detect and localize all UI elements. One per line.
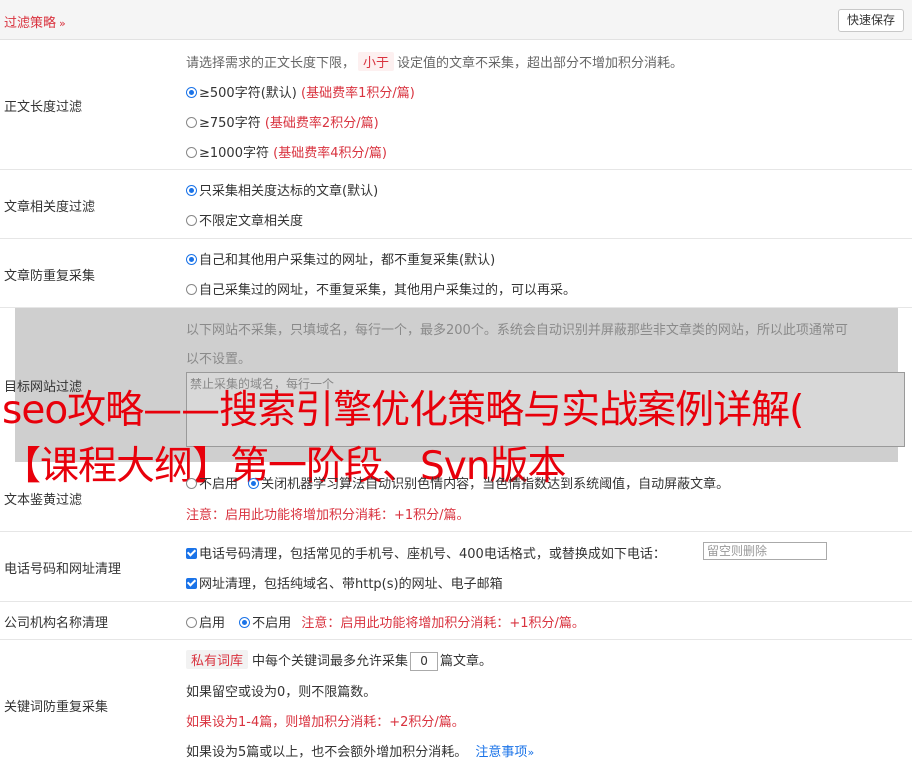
notes-link-label: 注意事项 <box>475 745 528 760</box>
duplicate-filter-row: 文章防重复采集 自己和其他用户采集过的网址，都不重复采集(默认) 自己采集过的网… <box>0 239 912 308</box>
keyword-dup-line-2: 如果留空或设为0，则不限篇数。 <box>186 685 377 700</box>
private-lexicon-tag[interactable]: 私有词库 <box>186 650 249 669</box>
radio-unselected-icon[interactable] <box>186 284 197 295</box>
option-label: 不启用 <box>252 616 292 631</box>
porn-filter-note: 注意：启用此功能将增加积分消耗：+1积分/篇。 <box>186 508 470 523</box>
option-label: 不启用 <box>199 477 239 492</box>
option-label: 自己采集过的网址，不重复采集，其他用户采集过的，可以再采。 <box>199 283 577 298</box>
radio-selected-icon[interactable] <box>239 617 251 628</box>
keyword-dup-line-3: 如果设为1-4篇，则增加积分消耗：+2积分/篇。 <box>186 715 465 730</box>
radio-unselected-icon[interactable] <box>186 117 197 128</box>
relevance-filter-label: 文章相关度过滤 <box>4 200 96 215</box>
max-articles-input[interactable]: 0 <box>410 652 439 671</box>
chevron-down-icon: » <box>59 17 66 30</box>
radio-selected-icon[interactable] <box>186 87 197 98</box>
option-label: 启用 <box>199 616 226 631</box>
company-clean-label: 公司机构名称清理 <box>4 616 109 631</box>
length-desc-before: 请选择需求的正文长度下限， <box>186 56 356 71</box>
keyword-line4-text: 如果设为5篇或以上，也不会额外增加积分消耗。 <box>186 745 468 760</box>
radio-selected-icon[interactable] <box>186 254 197 265</box>
radio-unselected-icon[interactable] <box>186 147 197 158</box>
radio-unselected-icon[interactable] <box>186 617 197 628</box>
replacement-phone-input[interactable]: 留空则删除 <box>703 542 827 560</box>
porn-filter-options: 不启用 关闭机器学习算法自动识别色情内容，当色情指数达到系统阈值，自动屏蔽文章。 <box>186 473 729 492</box>
duplicate-option-self[interactable]: 自己采集过的网址，不重复采集，其他用户采集过的，可以再采。 <box>186 279 576 298</box>
company-clean-row: 公司机构名称清理 启用 不启用 注意：启用此功能将增加积分消耗：+1积分/篇。 <box>0 602 912 640</box>
option-label: 关闭 <box>261 477 288 492</box>
less-than-tag: 小于 <box>358 52 395 71</box>
option-label: 电话号码清理，包括常见的手机号、座机号、400电话格式，或替换成如下电话： <box>199 547 666 562</box>
length-option-750[interactable]: ≥750字符 (基础费率2积分/篇) <box>186 112 379 131</box>
filter-strategy-header: 过滤策略» 快速保存 <box>0 0 912 40</box>
keyword-dup-line-4: 如果设为5篇或以上，也不会额外增加积分消耗。 注意事项» <box>186 741 534 760</box>
keyword-line1-before: 中每个关键词最多允许采集 <box>252 654 409 669</box>
length-filter-row: 正文长度过滤 请选择需求的正文长度下限， 小于 设定值的文章不采集，超出部分不增加积… <box>0 40 912 170</box>
option-label: 网址清理，包括纯域名、带http(s)的网址、电子邮箱 <box>199 577 503 592</box>
keyword-line1-after: 篇文章。 <box>440 654 493 669</box>
phone-url-clean-row: 电话号码和网址清理 电话号码清理，包括常见的手机号、座机号、400电话格式，或替… <box>0 532 912 602</box>
company-clean-options: 启用 不启用 注意：启用此功能将增加积分消耗：+1积分/篇。 <box>186 612 585 631</box>
option-cost: (基础费率4积分/篇) <box>273 146 387 161</box>
radio-selected-icon[interactable] <box>248 478 260 489</box>
quick-save-button[interactable]: 快速保存 <box>837 9 904 32</box>
option-label: 只采集相关度达标的文章(默认) <box>199 184 379 199</box>
url-clean-checkbox[interactable]: 网址清理，包括纯域名、带http(s)的网址、电子邮箱 <box>186 573 503 592</box>
porn-filter-label: 文本鉴黄过滤 <box>4 493 83 508</box>
keyword-dup-label: 关键词防重复采集 <box>4 700 109 715</box>
length-filter-label: 正文长度过滤 <box>4 100 83 115</box>
length-filter-desc: 请选择需求的正文长度下限， 小于 设定值的文章不采集，超出部分不增加积分消耗。 <box>186 52 683 71</box>
option-cost: (基础费率2积分/篇) <box>264 116 379 131</box>
keyword-dup-row: 关键词防重复采集 私有词库 中每个关键词最多允许采集 0 篇文章。 如果留空或设为0，… <box>0 640 912 768</box>
phone-url-clean-label: 电话号码和网址清理 <box>4 562 122 577</box>
length-option-500[interactable]: ≥500字符(默认) (基础费率1积分/篇) <box>186 82 415 101</box>
radio-unselected-icon[interactable] <box>186 215 197 226</box>
notes-link[interactable]: 注意事项» <box>475 745 534 760</box>
overlay-headline-1: seo攻略——搜索引擎优化策略与实战案例详解( <box>2 388 804 433</box>
relevance-option-qualified[interactable]: 只采集相关度达标的文章(默认) <box>186 180 378 199</box>
duplicate-filter-label: 文章防重复采集 <box>4 269 96 284</box>
option-cost: (基础费率1积分/篇) <box>301 86 415 101</box>
radio-selected-icon[interactable] <box>186 185 197 196</box>
option-label: 不限定文章相关度 <box>199 214 304 229</box>
checkbox-checked-icon[interactable] <box>186 578 197 589</box>
option-label: ≥750字符 <box>199 116 261 131</box>
target-site-desc-1: 以下网站不采集，只填域名，每行一个，最多200个。系统会自动识别并屏蔽那些非文章… <box>186 323 848 338</box>
filter-strategy-toggle[interactable]: 过滤策略» <box>4 12 66 31</box>
length-desc-after: 设定值的文章不采集，超出部分不增加积分消耗。 <box>397 56 684 71</box>
length-option-1000[interactable]: ≥1000字符 (基础费率4积分/篇) <box>186 142 387 161</box>
option-label: ≥500字符(默认) <box>199 86 297 101</box>
header-title: 过滤策略 <box>4 16 57 31</box>
company-clean-note: 注意：启用此功能将增加积分消耗：+1积分/篇。 <box>301 616 585 631</box>
duplicate-option-all[interactable]: 自己和其他用户采集过的网址，都不重复采集(默认) <box>186 249 495 268</box>
chevron-down-icon: » <box>527 746 535 759</box>
target-site-desc-2: 以不设置。 <box>186 352 252 367</box>
porn-filter-row: 文本鉴黄过滤 不启用 关闭机器学习算法自动识别色情内容，当色情指数达到系统阈值，… <box>0 462 912 532</box>
radio-unselected-icon[interactable] <box>186 478 197 489</box>
relevance-filter-row: 文章相关度过滤 只采集相关度达标的文章(默认) 不限定文章相关度 <box>0 170 912 239</box>
relevance-option-unlimited[interactable]: 不限定文章相关度 <box>186 210 303 229</box>
option-label: ≥1000字符 <box>199 146 269 161</box>
option-label: 自己和其他用户采集过的网址，都不重复采集(默认) <box>199 253 496 268</box>
phone-clean-checkbox[interactable]: 电话号码清理，包括常见的手机号、座机号、400电话格式，或替换成如下电话： <box>186 543 666 562</box>
keyword-dup-line-1: 私有词库 中每个关键词最多允许采集 0 篇文章。 <box>186 650 492 671</box>
checkbox-checked-icon[interactable] <box>186 548 197 559</box>
porn-filter-desc: 机器学习算法自动识别色情内容，当色情指数达到系统阈值，自动屏蔽文章。 <box>287 477 730 492</box>
